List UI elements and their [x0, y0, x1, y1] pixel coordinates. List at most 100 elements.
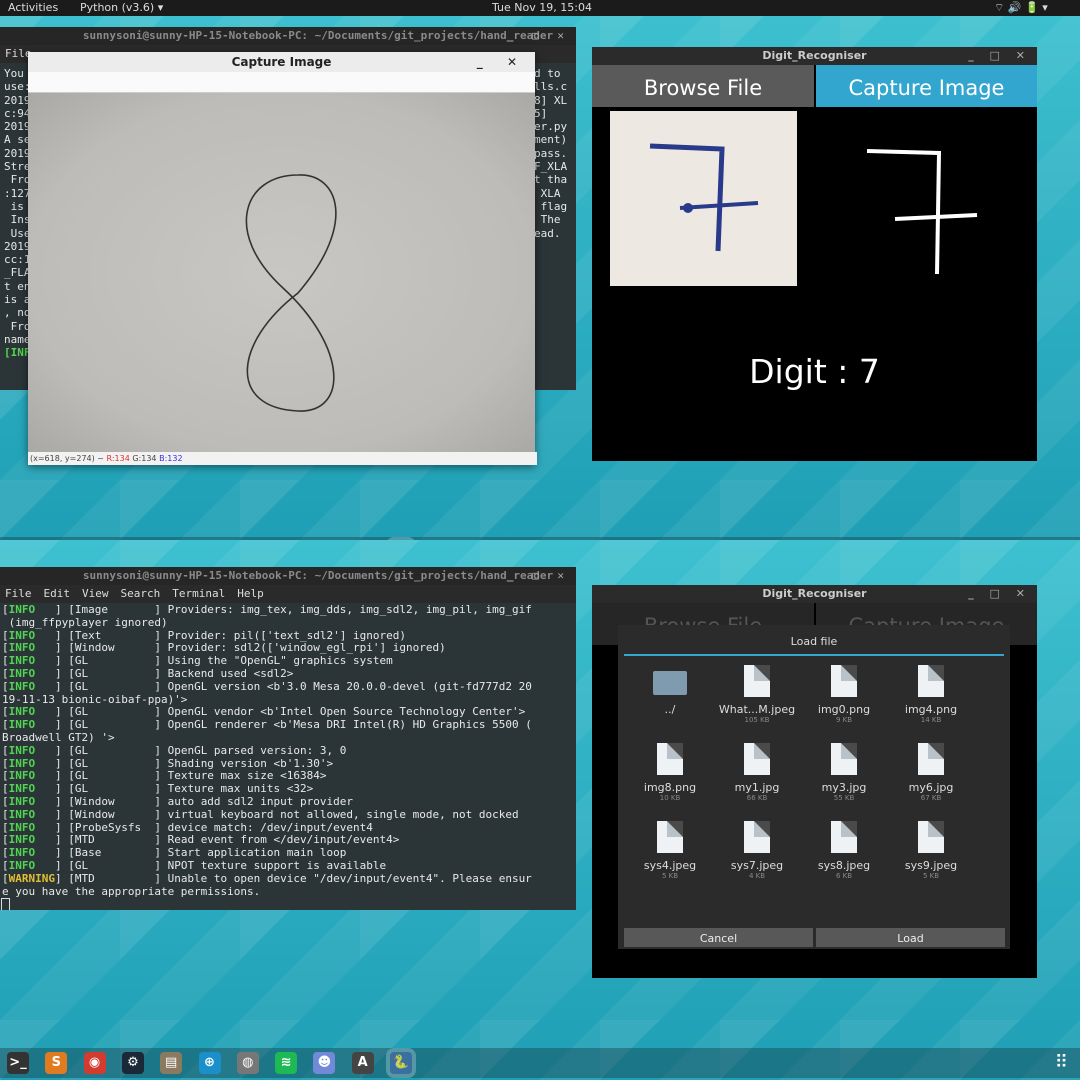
file-icon	[831, 665, 857, 697]
window-controls[interactable]: _ □ ✕	[968, 47, 1031, 65]
window-controls[interactable]: _ □ ✕	[968, 585, 1031, 603]
chrome-icon[interactable]: ◉	[83, 1052, 106, 1074]
log-level: INFO	[8, 782, 36, 796]
log-level: WARNING	[8, 871, 55, 885]
cancel-button[interactable]: Cancel	[624, 928, 813, 947]
show-apps-grid-icon[interactable]: ⠿	[1055, 1052, 1068, 1073]
file-icon	[918, 665, 944, 697]
file-item[interactable]: What...M.jpeg 105 KB	[717, 665, 797, 724]
log-level: INFO	[8, 603, 36, 616]
log-level: INFO	[8, 858, 36, 872]
file-item[interactable]: sys9.jpeg 5 KB	[891, 821, 971, 880]
log-level: INFO	[8, 666, 36, 680]
file-size: 4 KB	[748, 872, 766, 880]
terminal-title: sunnysoni@sunny-HP-15-Notebook-PC: ~/Doc…	[0, 567, 576, 585]
files-icon[interactable]: ▤	[160, 1052, 183, 1074]
log-message: ] [GL ] Backend used <sdl2>	[35, 666, 294, 680]
log-level: INFO	[8, 679, 36, 693]
log-message: ] [MTD ] Unable to open device "/dev/inp…	[54, 871, 532, 885]
file-icon	[744, 743, 770, 775]
log-message: ] [MTD ] Read event from </dev/input/eve…	[35, 833, 400, 847]
camera-frame	[28, 93, 535, 452]
file-name: my1.jpg	[734, 781, 780, 794]
menu-edit[interactable]: Edit	[44, 587, 71, 600]
file-item[interactable]: my6.jpg 67 KB	[891, 743, 971, 802]
terminal-line: ead.	[534, 226, 561, 240]
python-icon[interactable]: 🐍	[386, 1048, 416, 1078]
terminal-line: d to	[534, 67, 561, 80]
window-controls[interactable]: _ ✕	[477, 52, 527, 72]
dock: >_ S ◉ ⚙ ▤ ⊕ ◍ ≋ ☻ A 🐍 ⠿	[0, 1048, 1080, 1078]
log-level: INFO	[8, 846, 36, 860]
discord-icon[interactable]: ☻	[313, 1052, 336, 1074]
digit-recogniser-window[interactable]: Digit_Recogniser _ □ ✕ Browse File Captu…	[592, 585, 1037, 978]
file-icon	[918, 821, 944, 853]
file-item[interactable]: my1.jpg 66 KB	[717, 743, 797, 802]
software-icon[interactable]: A	[351, 1052, 374, 1074]
load-button[interactable]: Load	[816, 928, 1005, 947]
file-size: 66 KB	[746, 794, 768, 802]
bottom-desktop: sunnysoni@sunny-HP-15-Notebook-PC: ~/Doc…	[0, 540, 1080, 1080]
file-size: 5 KB	[661, 872, 679, 880]
browse-file-button[interactable]: Browse File	[592, 65, 814, 107]
file-item[interactable]: sys8.jpeg 6 KB	[804, 821, 884, 880]
digit-recogniser-window[interactable]: Digit_Recogniser _ □ ✕ Browse File Captu…	[592, 47, 1037, 461]
file-name: img4.png	[904, 703, 958, 716]
sublime-icon[interactable]: S	[45, 1052, 68, 1074]
capture-toolbar	[28, 72, 535, 93]
menu-terminal[interactable]: Terminal	[172, 587, 225, 600]
file-name: ../	[664, 703, 676, 716]
file-item[interactable]: sys7.jpeg 4 KB	[717, 821, 797, 880]
activities-button[interactable]: Activities	[8, 1, 58, 14]
menu-view[interactable]: View	[82, 587, 109, 600]
log-message: ] [Window ] Provider: sdl2(['window_egl_…	[35, 641, 446, 655]
file-grid: ../What...M.jpeg 105 KB img0.png 9 KB img4.p…	[618, 665, 1010, 905]
terminal-line: 5]	[534, 106, 548, 120]
app-menu[interactable]: Python (v3.6) ▾	[80, 1, 163, 14]
terminal-line: lls.c	[534, 80, 568, 94]
log-message: Broadwell GT2) '>	[2, 730, 115, 744]
terminal-icon[interactable]: >_	[7, 1052, 29, 1074]
mattermost-icon[interactable]: ⊕	[198, 1052, 221, 1074]
file-icon	[831, 743, 857, 775]
log-level: INFO	[8, 743, 36, 757]
status-icons[interactable]: ⌔ 🔊 🔋 ▾	[994, 1, 1048, 15]
capture-image-window[interactable]: Capture Image _ ✕ (x=618, y=274) ~ R:134…	[28, 52, 537, 465]
file-item[interactable]: my3.jpg 55 KB	[804, 743, 884, 802]
log-message: ] [GL ] OpenGL renderer <b'Mesa DRI Inte…	[35, 718, 532, 732]
menu-help[interactable]: Help	[237, 587, 264, 600]
bottom-terminal-window[interactable]: sunnysoni@sunny-HP-15-Notebook-PC: ~/Doc…	[0, 567, 576, 910]
capture-image-button[interactable]: Capture Image	[816, 65, 1037, 107]
terminal-line: pass.	[534, 146, 568, 160]
file-size: 14 KB	[920, 716, 942, 724]
steam-icon[interactable]: ⚙	[121, 1052, 144, 1074]
load-file-dialog[interactable]: Load file ../What...M.jpeg 105 KB img0.png…	[618, 625, 1010, 949]
log-message: ] [Window ] virtual keyboard not allowed…	[35, 807, 519, 821]
globe-icon[interactable]: ◍	[236, 1052, 259, 1074]
window-controls[interactable]: _ □ ✕	[507, 567, 570, 585]
capture-status-bar: (x=618, y=274) ~ R:134 G:134 B:132	[28, 452, 537, 465]
menu-search[interactable]: Search	[121, 587, 161, 600]
file-size: 9 KB	[835, 716, 853, 724]
log-message: ] [GL ] Texture max size <16384>	[35, 769, 327, 783]
file-item[interactable]: img0.png 9 KB	[804, 665, 884, 724]
file-icon	[657, 821, 683, 853]
terminal-line: The	[534, 213, 561, 227]
spotify-icon[interactable]: ≋	[275, 1052, 298, 1074]
log-message: 19-11-13 bionic-oibaf-ppa)'>	[2, 692, 188, 706]
parent-folder-item[interactable]: ../	[630, 665, 710, 716]
log-message: ] [Image ] Providers: img_tex, img_dds, …	[35, 603, 532, 616]
menu-file[interactable]: File	[5, 587, 32, 600]
window-controls[interactable]: _ □ ✕	[507, 27, 570, 45]
file-name: img0.png	[817, 703, 871, 716]
file-item[interactable]: img4.png 14 KB	[891, 665, 971, 724]
file-item[interactable]: img8.png 10 KB	[630, 743, 710, 802]
log-level: INFO	[8, 718, 36, 732]
clock[interactable]: Tue Nov 19, 15:04	[492, 1, 592, 14]
input-digit-image	[610, 111, 797, 286]
file-size: 67 KB	[920, 794, 942, 802]
handwritten-eight-image	[245, 174, 337, 412]
log-message: ] [GL ] Shading version <b'1.30'>	[35, 756, 334, 770]
log-level: INFO	[8, 756, 36, 770]
file-item[interactable]: sys4.jpeg 5 KB	[630, 821, 710, 880]
